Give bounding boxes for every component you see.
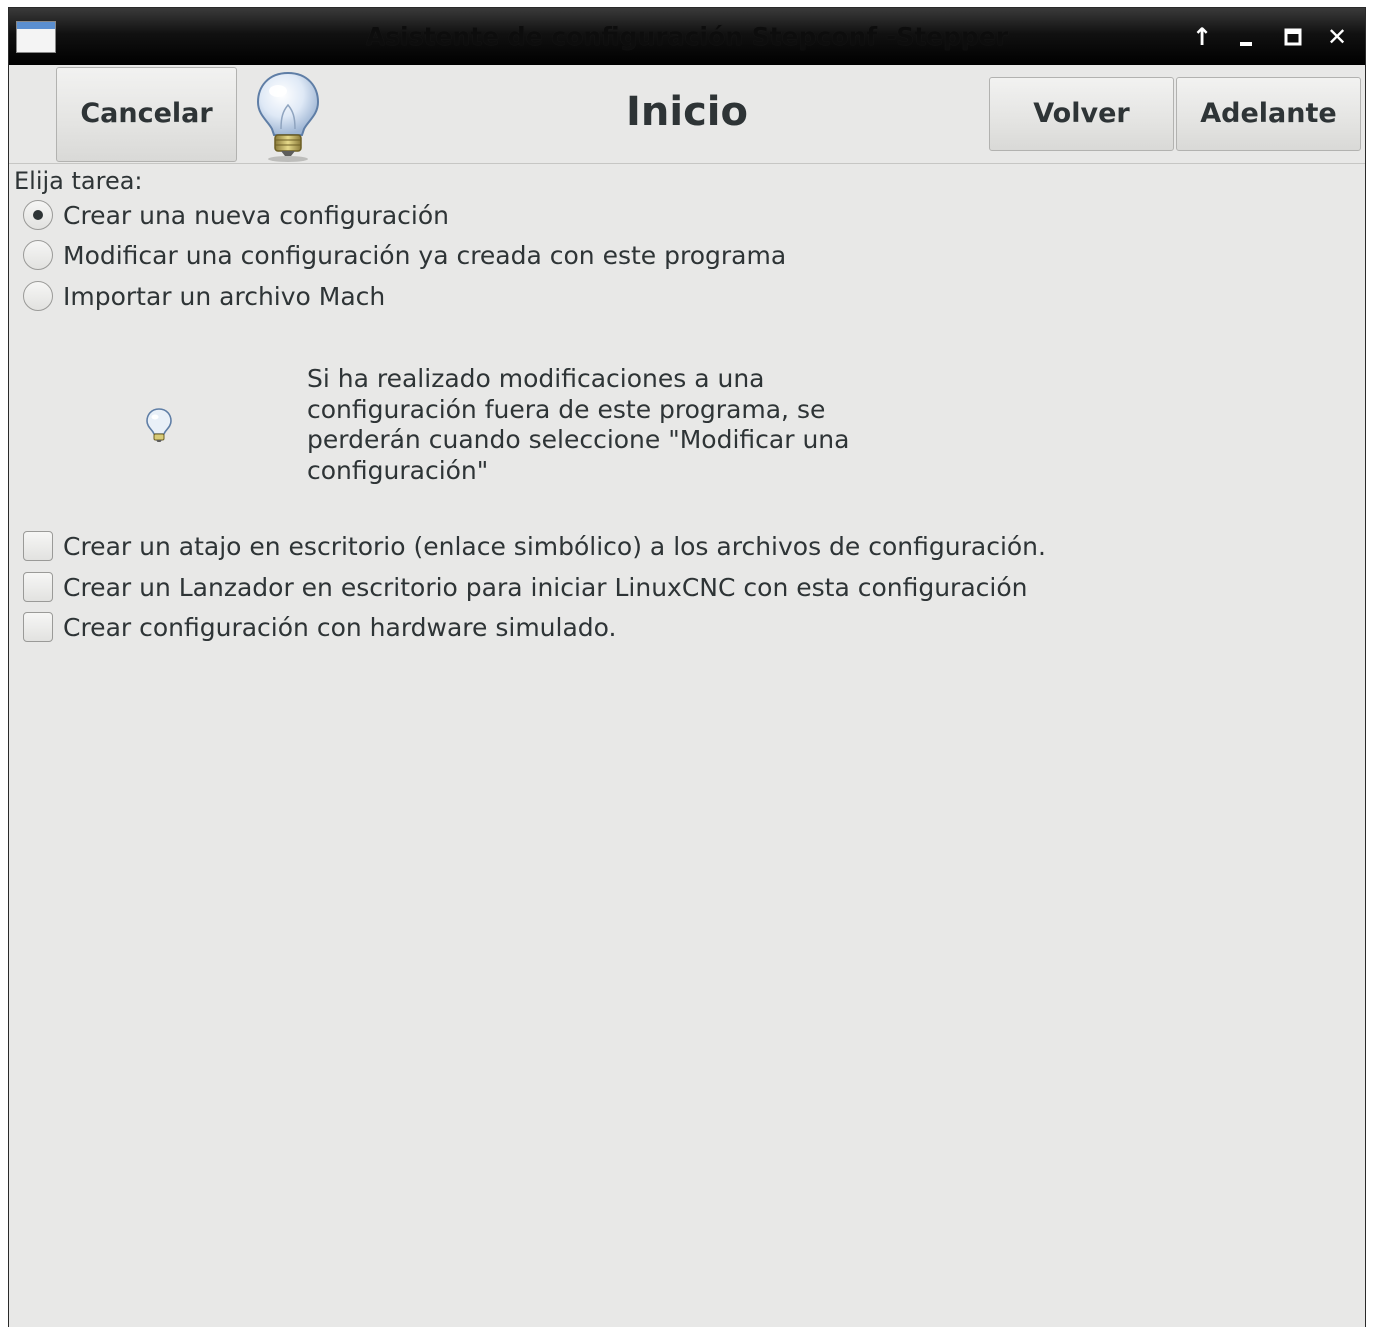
hint-text: Si ha realizado modificaciones a una con…: [307, 364, 850, 485]
radio-label: Modificar una configuración ya creada co…: [63, 240, 787, 270]
radio-modify-config[interactable]: Modificar una configuración ya creada co…: [23, 238, 786, 272]
maximize-icon: [1284, 28, 1302, 46]
radio-button[interactable]: [23, 240, 53, 270]
checkbox-label: Crear configuración con hardware simulad…: [63, 612, 617, 642]
radio-button[interactable]: [23, 200, 53, 230]
radio-import-mach[interactable]: Importar un archivo Mach: [23, 279, 385, 313]
radio-new-config[interactable]: Crear una nueva configuración: [23, 198, 449, 232]
minimize-icon: [1240, 42, 1252, 46]
checkbox-desktop-launcher[interactable]: Crear un Lanzador en escritorio para ini…: [23, 570, 1028, 604]
checkbox-desktop-shortcut[interactable]: Crear un atajo en escritorio (enlace sim…: [23, 529, 1046, 563]
lightbulb-icon: [146, 408, 172, 442]
minimize-button[interactable]: [1229, 20, 1263, 54]
checkbox[interactable]: [23, 531, 53, 561]
radio-button[interactable]: [23, 281, 53, 311]
next-button[interactable]: Adelante: [1176, 77, 1361, 151]
checkbox-simulated-hardware[interactable]: Crear configuración con hardware simulad…: [23, 610, 616, 644]
checkbox-label: Crear un atajo en escritorio (enlace sim…: [63, 531, 1046, 561]
back-button[interactable]: Volver: [989, 77, 1174, 151]
radio-label: Crear una nueva configuración: [63, 200, 449, 230]
checkbox-label: Crear un Lanzador en escritorio para ini…: [63, 572, 1028, 602]
checkbox[interactable]: [23, 612, 53, 642]
assistant-header: Cancelar Inicio Volver Adelante: [9, 65, 1365, 164]
keep-above-button[interactable]: ↑: [1185, 20, 1219, 54]
task-label: Elija tarea:: [14, 167, 143, 195]
radio-label: Importar un archivo Mach: [63, 281, 386, 311]
window-title: Asistente de configuración Stepconf -Ste…: [365, 22, 1009, 51]
title-bar[interactable]: Asistente de configuración Stepconf -Ste…: [9, 8, 1365, 65]
close-button[interactable]: ✕: [1320, 20, 1354, 54]
checkbox[interactable]: [23, 572, 53, 602]
maximize-button[interactable]: [1276, 20, 1310, 54]
main-window: Asistente de configuración Stepconf -Ste…: [8, 7, 1366, 1327]
